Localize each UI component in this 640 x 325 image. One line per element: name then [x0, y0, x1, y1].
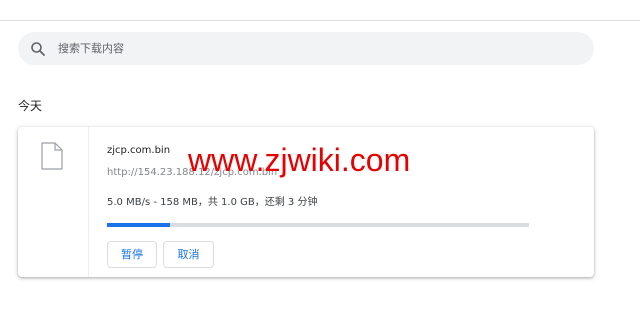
file-icon: [41, 142, 63, 170]
top-bar: [0, 0, 640, 21]
file-icon-column: [18, 127, 89, 277]
watermark-text: www.zjwiki.com: [188, 142, 411, 178]
search-input[interactable]: 搜索下载内容: [58, 41, 124, 56]
search-box[interactable]: 搜索下载内容: [18, 32, 594, 65]
search-icon: [31, 42, 45, 56]
pause-button[interactable]: 暂停: [107, 241, 157, 268]
download-status: 5.0 MB/s - 158 MB，共 1.0 GB，还剩 3 分钟: [107, 197, 318, 208]
file-name-link[interactable]: zjcp.com.bin: [107, 144, 170, 158]
cancel-button[interactable]: 取消: [163, 241, 214, 268]
download-progress-bar: [107, 223, 529, 227]
date-section-title: 今天: [18, 99, 43, 113]
download-progress-fill: [107, 223, 171, 227]
